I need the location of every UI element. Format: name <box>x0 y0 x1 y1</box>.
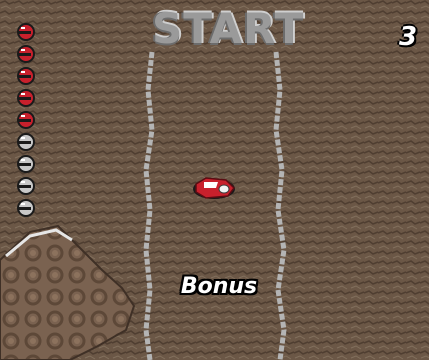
helmet-icon <box>17 177 35 195</box>
helmet-icon <box>17 155 35 173</box>
bonus-label: Bonus <box>180 274 258 299</box>
player-car <box>193 177 235 199</box>
helmet-icon <box>17 133 35 151</box>
start-label: START <box>152 4 305 53</box>
helmet-icon <box>17 89 35 107</box>
helmet-icon <box>17 111 35 129</box>
helmet-icon <box>17 23 35 41</box>
game-screen[interactable]: START 3 Bonus <box>0 0 429 360</box>
lap-counter: 3 <box>398 22 418 52</box>
helmet-icon <box>17 199 35 217</box>
helmet-icon <box>17 45 35 63</box>
helmet-icon <box>17 67 35 85</box>
